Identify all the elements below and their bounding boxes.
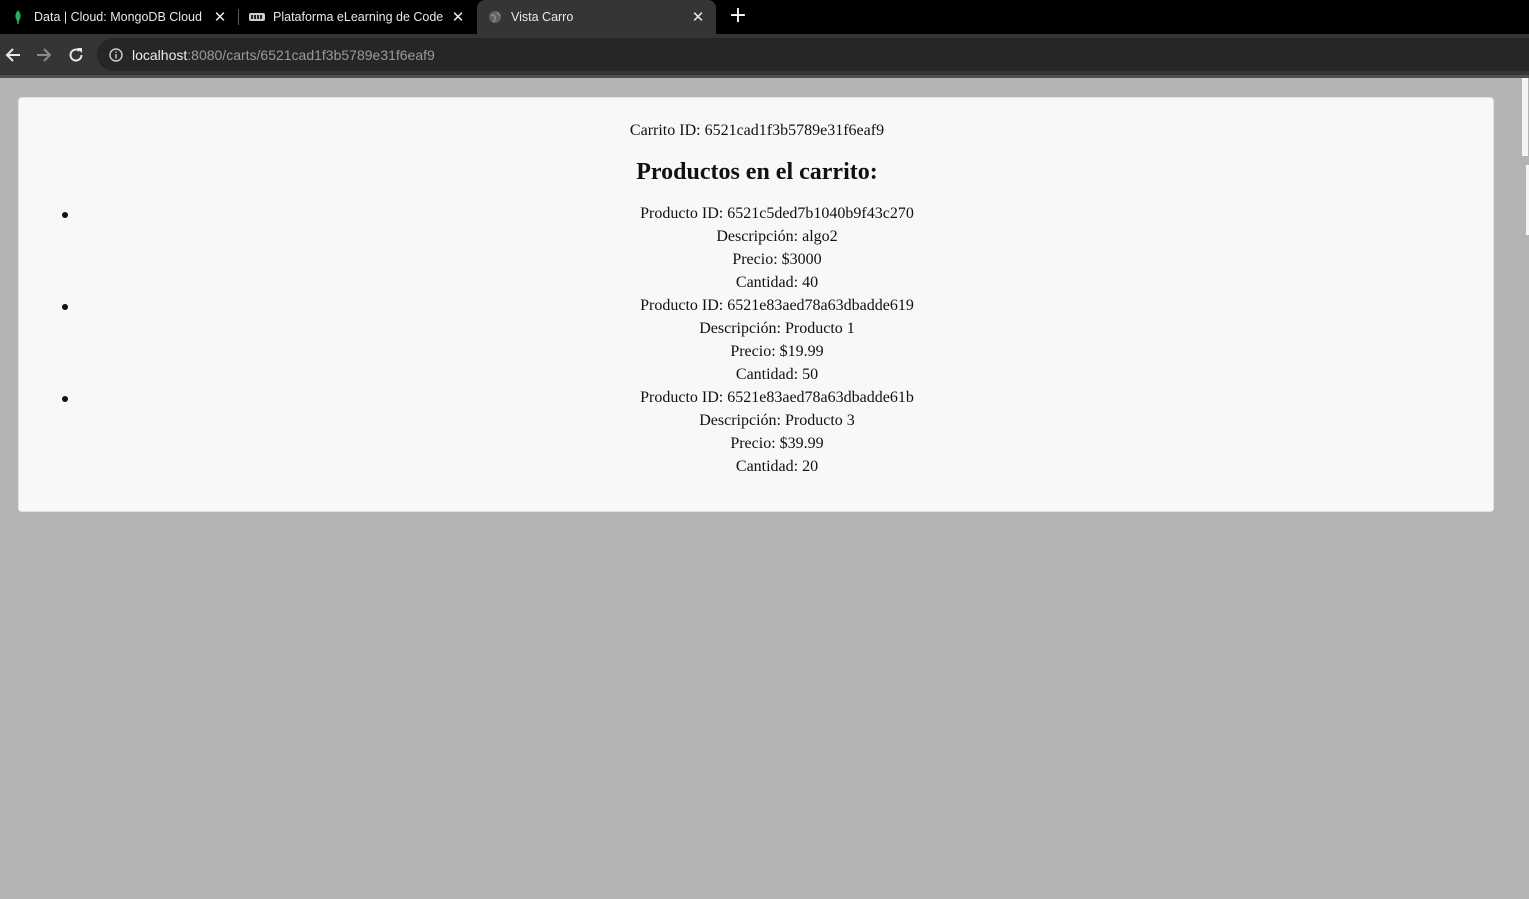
site-info-icon[interactable] [108, 47, 124, 63]
new-tab-button[interactable]: + [728, 5, 748, 28]
close-icon[interactable]: ✕ [212, 9, 228, 26]
list-bullet [62, 304, 68, 310]
product-quantity: Cantidad: 20 [735, 458, 819, 475]
cart-card: Carrito ID: 6521cad1f3b5789e31f6eaf9 Pro… [18, 97, 1494, 512]
list-bullet [62, 212, 68, 218]
product-price: Precio: $19.99 [730, 343, 824, 360]
back-arrow-icon [5, 48, 20, 62]
url-text: localhost:8080/carts/6521cad1f3b5789e31f… [132, 47, 435, 63]
reload-icon [69, 48, 83, 62]
globe-icon [487, 9, 503, 25]
back-button[interactable] [2, 44, 24, 66]
product-description: Descripción: Producto 1 [699, 320, 855, 337]
product-price: Precio: $39.99 [730, 435, 824, 452]
product-description: Descripción: algo2 [716, 228, 838, 245]
close-icon[interactable]: ✕ [450, 9, 466, 26]
product-quantity: Cantidad: 40 [735, 274, 819, 291]
browser-toolbar: localhost:8080/carts/6521cad1f3b5789e31f… [0, 34, 1529, 75]
url-path: :8080/carts/6521cad1f3b5789e31f6eaf9 [187, 46, 435, 63]
tab-vista-carro[interactable]: Vista Carro ✕ [477, 0, 716, 34]
toolbar-divider [0, 75, 1529, 78]
tab-strip: Data | Cloud: MongoDB Cloud ✕ Plataforma… [0, 0, 1529, 34]
list-item: Producto ID: 6521c5ded7b1040b9f43c270 De… [19, 202, 1475, 294]
product-id: Producto ID: 6521c5ded7b1040b9f43c270 [640, 205, 914, 222]
tab-title: Data | Cloud: MongoDB Cloud [34, 10, 202, 24]
list-bullet [62, 396, 68, 402]
url-host: localhost [132, 46, 188, 63]
product-id: Producto ID: 6521e83aed78a63dbadde61b [640, 389, 914, 406]
list-item: Producto ID: 6521e83aed78a63dbadde619 De… [19, 294, 1475, 386]
product-description: Descripción: Producto 3 [699, 412, 855, 429]
reload-button[interactable] [65, 44, 87, 66]
address-bar[interactable]: localhost:8080/carts/6521cad1f3b5789e31f… [97, 38, 1529, 71]
coderhouse-icon [249, 9, 265, 25]
product-price: Precio: $3000 [732, 251, 822, 268]
page-title: Productos en el carrito: [636, 159, 878, 185]
cart-id: Carrito ID: 6521cad1f3b5789e31f6eaf9 [629, 122, 885, 139]
forward-button[interactable] [33, 44, 55, 66]
tab-title: Vista Carro [511, 10, 574, 24]
close-icon[interactable]: ✕ [690, 9, 706, 26]
tab-mongodb[interactable]: Data | Cloud: MongoDB Cloud ✕ [0, 0, 238, 34]
tab-coderhouse[interactable]: Plataforma eLearning de Coderhouse ✕ [239, 0, 476, 34]
product-id: Producto ID: 6521e83aed78a63dbadde619 [640, 297, 914, 314]
forward-arrow-icon [37, 48, 52, 62]
product-quantity: Cantidad: 50 [735, 366, 819, 383]
scrollbar-thumb[interactable] [1522, 78, 1528, 156]
mongodb-leaf-icon [10, 9, 26, 25]
tab-title: Plataforma eLearning de Coderhouse [273, 10, 444, 24]
list-item: Producto ID: 6521e83aed78a63dbadde61b De… [19, 386, 1475, 478]
product-list: Producto ID: 6521c5ded7b1040b9f43c270 De… [19, 202, 1495, 478]
